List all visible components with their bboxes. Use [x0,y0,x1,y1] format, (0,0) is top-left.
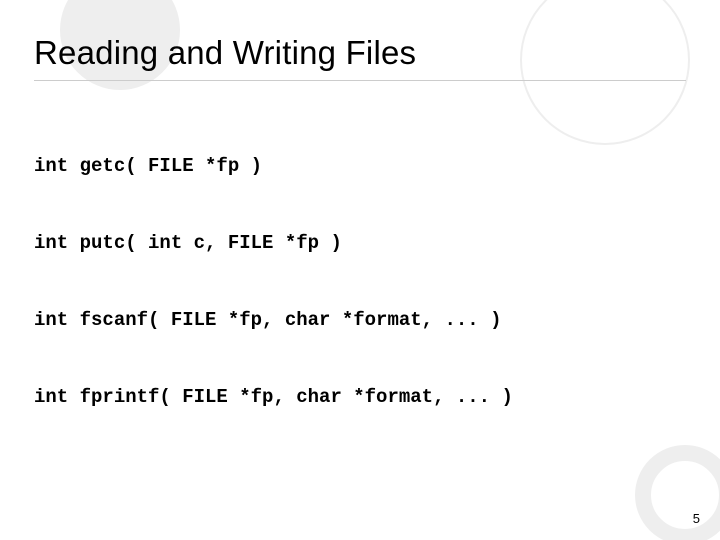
slide-title: Reading and Writing Files [34,34,686,72]
code-block-prototypes: int getc( FILE *fp ) int putc( int c, FI… [34,103,686,462]
code-line: int putc( int c, FILE *fp ) [34,231,686,257]
code-block-getc-putc: int c; while ( (c = getc( ifp )) != EOF … [34,490,686,540]
slide-content: Reading and Writing Files int getc( FILE… [0,0,720,540]
code-line: int fprintf( FILE *fp, char *format, ...… [34,385,686,411]
title-divider [34,80,686,81]
code-line: int fscanf( FILE *fp, char *format, ... … [34,308,686,334]
code-line: int getc( FILE *fp ) [34,154,686,180]
